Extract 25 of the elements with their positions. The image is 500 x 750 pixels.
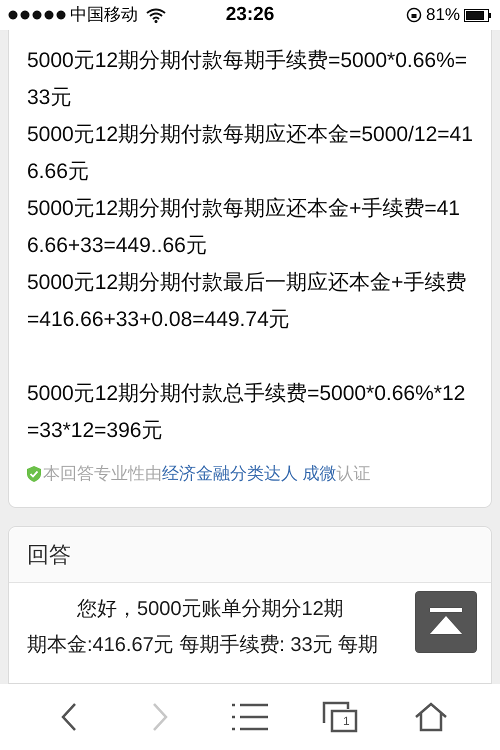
tabs-button[interactable]: 1 <box>316 693 364 741</box>
home-icon <box>414 702 448 732</box>
battery-percent: 81% <box>426 4 460 26</box>
menu-icon <box>232 702 268 732</box>
section-title: 回答 <box>27 540 71 568</box>
answer-paragraph: 5000元12期分期付款每期应还本金=5000/12=416.66元 <box>27 122 473 185</box>
certification-note: 本回答专业性由经济金融分类达人 成微认证 <box>43 463 371 485</box>
answer-paragraph: 5000元12期分期付款每期应还本金+手续费=416.66+33=449..66元 <box>27 196 461 259</box>
answer-text-line: 您好，5000元账单分期分12期 <box>77 596 344 622</box>
wifi-icon <box>146 8 166 22</box>
answer-paragraph: 5000元12期分期付款最后一期应还本金+手续费=416.66+33+0.08=449.74元 <box>27 270 468 333</box>
carrier-name: 中国移动 <box>70 4 138 26</box>
scroll-top-icon <box>430 608 462 636</box>
battery-icon <box>464 8 492 22</box>
rotation-lock-icon <box>406 7 422 23</box>
clock-time: 23:26 <box>226 2 274 27</box>
tabs-icon <box>322 701 358 733</box>
answer-text-line: 期本金:416.67元 每期手续费: 33元 每期 <box>27 632 378 658</box>
answer-paragraph: 5000元12期分期付款每期手续费=5000*0.66%=33元 <box>27 48 468 111</box>
tab-count: 1 <box>343 713 350 730</box>
verified-shield-icon <box>27 466 41 482</box>
answer-paragraph: 5000元12期分期付款总手续费=5000*0.66%*12=33*12=396元 <box>27 381 466 444</box>
scroll-to-top-button[interactable] <box>415 590 477 652</box>
signal-icon <box>8 10 66 20</box>
expert-link[interactable]: 经济金融分类达人 成微 <box>162 464 337 483</box>
